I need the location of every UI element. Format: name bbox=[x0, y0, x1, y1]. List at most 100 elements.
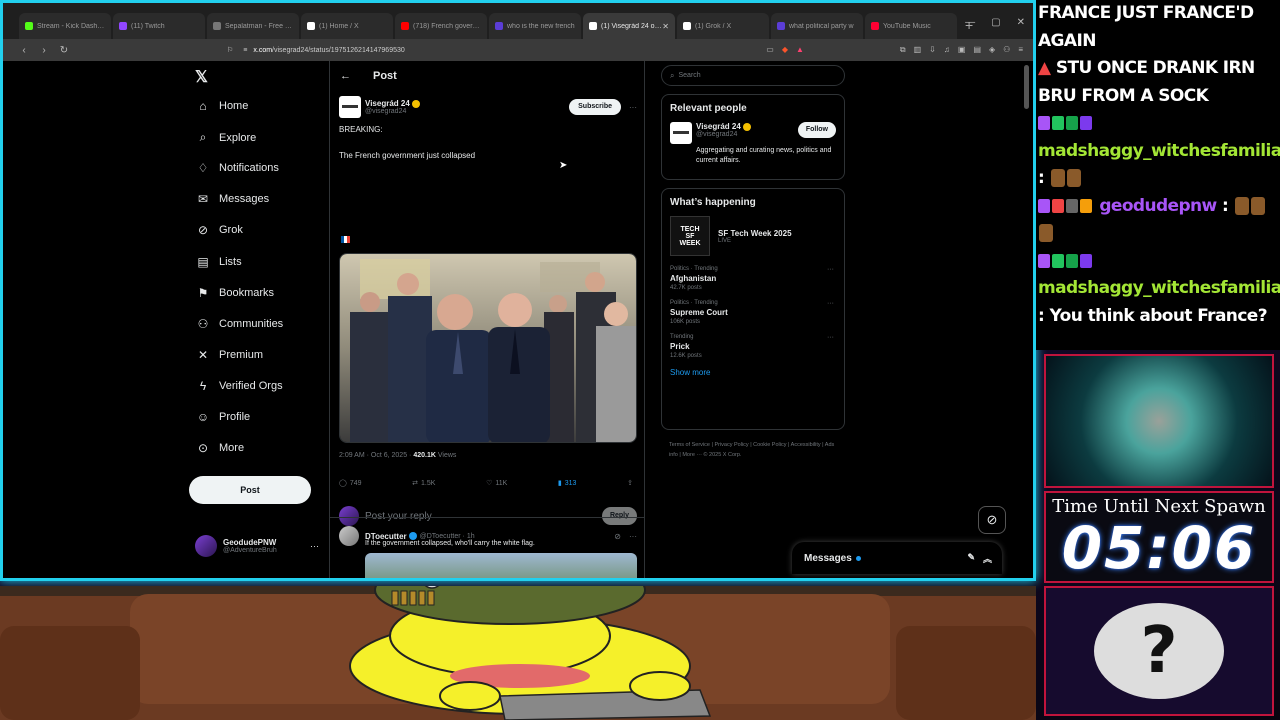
person-name[interactable]: Visegrád 24 bbox=[696, 122, 741, 131]
nav-item-bookmarks[interactable]: ⚑ Bookmarks bbox=[195, 286, 274, 300]
close-tab-icon[interactable]: ✕ bbox=[662, 22, 669, 31]
browser-tab[interactable]: (1) Visegrád 24 on X ✕ bbox=[583, 13, 675, 39]
browser-tab[interactable]: (718) French governme bbox=[395, 13, 487, 39]
tab-favicon-icon bbox=[777, 22, 785, 30]
like-action[interactable]: ♡ 11K bbox=[486, 479, 508, 488]
maximize-icon[interactable]: ▢ bbox=[991, 17, 1000, 28]
brave-shield-icon[interactable]: ◆ bbox=[782, 45, 788, 55]
compose-message-icon[interactable]: ✎ bbox=[967, 552, 975, 565]
nav-item-notifications[interactable]: ♢ Notifications bbox=[195, 161, 279, 175]
more-dots-icon[interactable]: ··· bbox=[629, 103, 637, 112]
person-avatar[interactable] bbox=[670, 122, 692, 144]
nav-item-lists[interactable]: ▤ Lists bbox=[195, 255, 242, 269]
x-logo-icon[interactable]: 𝕏 bbox=[195, 67, 208, 87]
trend-item[interactable]: Trending Prick 12.6K posts ··· bbox=[670, 334, 836, 359]
show-more-link[interactable]: Show more bbox=[670, 368, 836, 377]
verified-badge-icon bbox=[411, 99, 420, 108]
browser-tab[interactable]: (1) Home / X bbox=[301, 13, 393, 39]
more-dots-icon[interactable]: ··· bbox=[629, 532, 637, 541]
tab-label: (11) Twitch bbox=[131, 22, 165, 30]
more-dots-icon[interactable]: ··· bbox=[827, 266, 834, 273]
author-avatar[interactable] bbox=[339, 96, 361, 118]
bookmark-page-icon[interactable]: ⚐ bbox=[227, 46, 233, 54]
browser-tab[interactable]: (1) Grok / X bbox=[677, 13, 769, 39]
footer-links[interactable]: Terms of Service | Privacy Policy | Cook… bbox=[669, 440, 844, 461]
reply-count: 749 bbox=[349, 479, 362, 487]
rewards-icon[interactable]: ▲ bbox=[796, 45, 804, 55]
browser-tab[interactable]: Sepalatman - Free Dis bbox=[207, 13, 299, 39]
reply-author-handle[interactable]: @DToecutter · 1h bbox=[420, 533, 475, 540]
nav-item-explore[interactable]: ⌕ Explore bbox=[195, 130, 257, 145]
expand-icon[interactable]: ︽ bbox=[983, 552, 992, 565]
share-action[interactable]: ⇪ bbox=[627, 479, 633, 487]
post-button[interactable]: Post bbox=[189, 476, 311, 504]
nav-label: Explore bbox=[219, 131, 257, 144]
trend-item[interactable]: Politics · Trending Afghanistan 42.7K post… bbox=[670, 266, 836, 291]
chat-username[interactable]: madshaggy_witchesfamiliar bbox=[1038, 278, 1280, 298]
subscribe-button[interactable]: Subscribe bbox=[569, 99, 621, 115]
wallet-icon[interactable]: ▤ bbox=[973, 45, 981, 55]
chat-username[interactable]: madshaggy_witchesfamiliar bbox=[1038, 141, 1280, 161]
nav-item-profile[interactable]: ☺ Profile bbox=[195, 410, 250, 424]
close-window-icon[interactable]: ✕ bbox=[1017, 17, 1025, 28]
author-handle[interactable]: @visegrad24 bbox=[365, 108, 420, 115]
browser-tab[interactable]: (11) Twitch bbox=[113, 13, 205, 39]
repost-action[interactable]: ⇄ 1.5K bbox=[412, 479, 435, 488]
relevant-person[interactable]: Visegrád 24 @visegrad24 Follow bbox=[670, 122, 836, 144]
reply-action[interactable]: ◯ 749 bbox=[339, 479, 362, 488]
browser-tab[interactable]: who is the new french bbox=[489, 13, 581, 39]
nav-item-more[interactable]: ⊙ More bbox=[195, 441, 244, 455]
avatar[interactable] bbox=[339, 526, 359, 546]
chat-username[interactable]: geodudepnw bbox=[1099, 196, 1217, 216]
music-icon[interactable]: ♫ bbox=[944, 45, 950, 55]
nav-item-grok[interactable]: ⊘ Grok bbox=[195, 223, 243, 237]
scrollbar[interactable] bbox=[1024, 65, 1029, 109]
tweet-timestamp[interactable]: 2:09 AM · Oct 6, 2025 · bbox=[339, 452, 413, 459]
nav-item-verified-orgs[interactable]: ϟ Verified Orgs bbox=[195, 379, 283, 393]
grok-icon[interactable]: ⊘ bbox=[614, 532, 621, 541]
menu-icon[interactable]: ≡ bbox=[1018, 45, 1023, 55]
tab-favicon-icon bbox=[871, 22, 879, 30]
browser-tab[interactable]: Stream - Kick Dashbo bbox=[19, 13, 111, 39]
more-dots-icon[interactable]: ··· bbox=[827, 334, 834, 341]
minimize-icon[interactable]: — bbox=[965, 17, 975, 28]
account-switcher[interactable]: GeodudePNW @AdventureBruh ··· bbox=[195, 533, 319, 559]
event-item[interactable]: TECH SF WEEK SF Tech Week 2025 LIVE bbox=[670, 216, 836, 256]
messages-drawer[interactable]: Messages ✎ ︽ bbox=[792, 542, 1002, 574]
trend-item[interactable]: Politics · Trending Supreme Court 106K pos… bbox=[670, 300, 836, 325]
url-field[interactable]: ⚐ ≡ x.com/visegrad24/status/197512621414… bbox=[227, 46, 405, 55]
reload-icon[interactable]: ↻ bbox=[57, 45, 71, 56]
follow-button[interactable]: Follow bbox=[797, 122, 836, 138]
nav-label: Lists bbox=[219, 255, 242, 268]
reply-photo[interactable] bbox=[365, 553, 637, 578]
nav-item-communities[interactable]: ⚇ Communities bbox=[195, 317, 284, 331]
extensions-icon[interactable]: ⧉ bbox=[900, 45, 906, 55]
event-image-text-3: WEEK bbox=[679, 239, 701, 247]
profile-icon[interactable]: ⚇ bbox=[1003, 45, 1010, 55]
more-dots-icon[interactable]: ··· bbox=[310, 541, 319, 551]
nav-item-premium[interactable]: ✕ Premium bbox=[195, 348, 263, 362]
site-info-icon[interactable]: ≡ bbox=[243, 47, 247, 54]
cast-icon[interactable]: ▭ bbox=[766, 45, 774, 55]
back-arrow-icon[interactable]: ← bbox=[340, 70, 351, 82]
vpn-icon[interactable]: ◈ bbox=[989, 45, 995, 55]
browser-tab[interactable]: YouTube Music bbox=[865, 13, 957, 39]
nav-item-home[interactable]: ⌂ Home bbox=[195, 99, 248, 113]
author-name[interactable]: Visegrád 24 bbox=[365, 99, 410, 108]
downloads-icon[interactable]: ⇩ bbox=[929, 45, 936, 55]
reply-tweet[interactable]: DToecutter @DToecutter · 1h ⊘ ··· If the… bbox=[330, 517, 644, 578]
chat-message: madshaggy_witchesfamiliar : bbox=[1038, 110, 1280, 193]
bookmark-action[interactable]: ▮ 313 bbox=[558, 479, 577, 488]
like-count: 11K bbox=[495, 479, 508, 487]
forward-icon[interactable]: › bbox=[37, 45, 51, 56]
whats-happening-panel: What’s happening TECH SF WEEK SF Tech We… bbox=[661, 188, 845, 430]
screenshot-icon[interactable]: ▣ bbox=[958, 45, 966, 55]
grok-button[interactable]: ⊘ bbox=[978, 506, 1006, 534]
search-input[interactable]: ⌕ Search bbox=[661, 65, 845, 86]
browser-tab[interactable]: what political party w bbox=[771, 13, 863, 39]
tweet-photo[interactable] bbox=[339, 253, 637, 443]
more-dots-icon[interactable]: ··· bbox=[827, 300, 834, 307]
back-icon[interactable]: ‹ bbox=[17, 45, 31, 56]
sidebar-icon[interactable]: ▥ bbox=[914, 45, 922, 55]
nav-item-messages[interactable]: ✉ Messages bbox=[195, 192, 269, 206]
